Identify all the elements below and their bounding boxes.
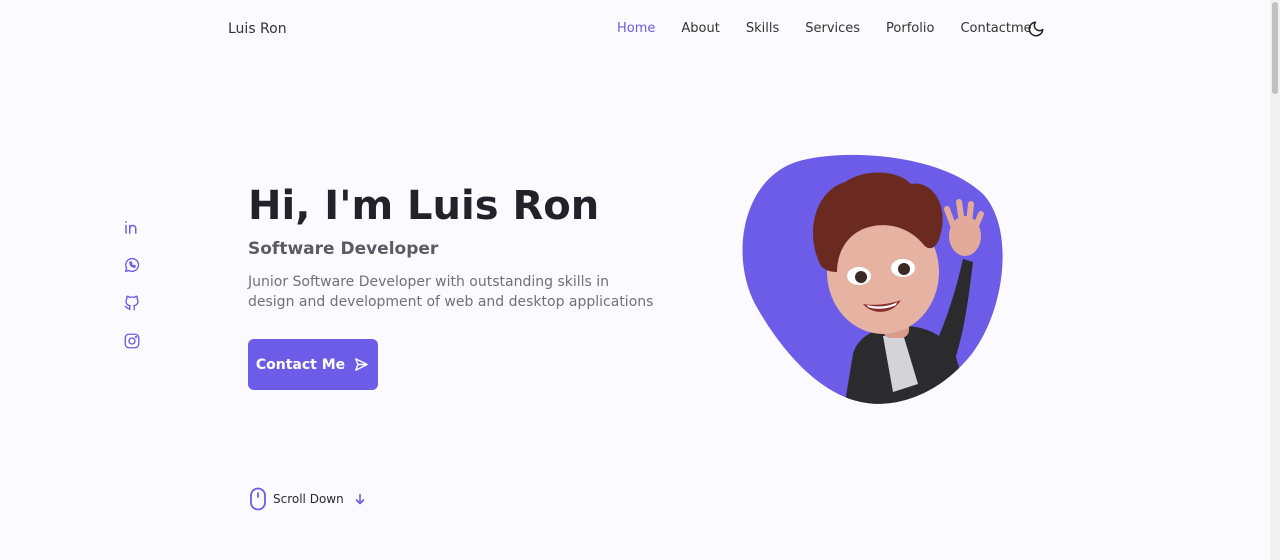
nav-contact[interactable]: Contactme [960,21,1031,36]
page-scrollbar[interactable] [1270,0,1280,560]
whatsapp-icon [124,257,140,273]
main-nav: Home About Skills Services Porfolio Cont… [617,21,1032,36]
nav-skills[interactable]: Skills [746,21,779,36]
linkedin-icon [125,221,137,234]
hero-subtitle: Software Developer [248,239,439,259]
instagram-link[interactable] [123,332,141,350]
contact-me-label: Contact Me [255,356,346,373]
scroll-down-label: Scroll Down [273,492,344,506]
nav-portfolio[interactable]: Porfolio [886,21,934,36]
github-icon [124,295,139,311]
mouse-icon [250,487,266,511]
github-link[interactable] [123,294,141,312]
send-icon [355,358,369,371]
nav-home[interactable]: Home [617,21,655,36]
instagram-icon [124,333,140,349]
scrollbar-thumb[interactable] [1272,2,1278,94]
site-header: Luis Ron Home About Skills Services Porf… [0,0,1270,60]
avatar-right-pupil [898,263,910,275]
whatsapp-link[interactable] [123,256,141,274]
contact-me-button[interactable]: Contact Me [248,339,378,390]
profile-avatar [742,154,1003,404]
moon-icon [1028,21,1044,37]
linkedin-link[interactable] [123,218,141,236]
site-logo[interactable]: Luis Ron [228,21,287,37]
social-links [123,218,141,350]
avatar-left-pupil [855,271,867,283]
scroll-down-link[interactable]: Scroll Down [249,487,366,511]
arrow-down-icon [355,493,365,505]
hero-description: Junior Software Developer with outstandi… [248,274,654,310]
nav-about[interactable]: About [681,21,719,36]
theme-toggle-button[interactable] [1027,20,1045,38]
hero-title: Hi, I'm Luis Ron [248,183,600,229]
nav-services[interactable]: Services [805,21,860,36]
